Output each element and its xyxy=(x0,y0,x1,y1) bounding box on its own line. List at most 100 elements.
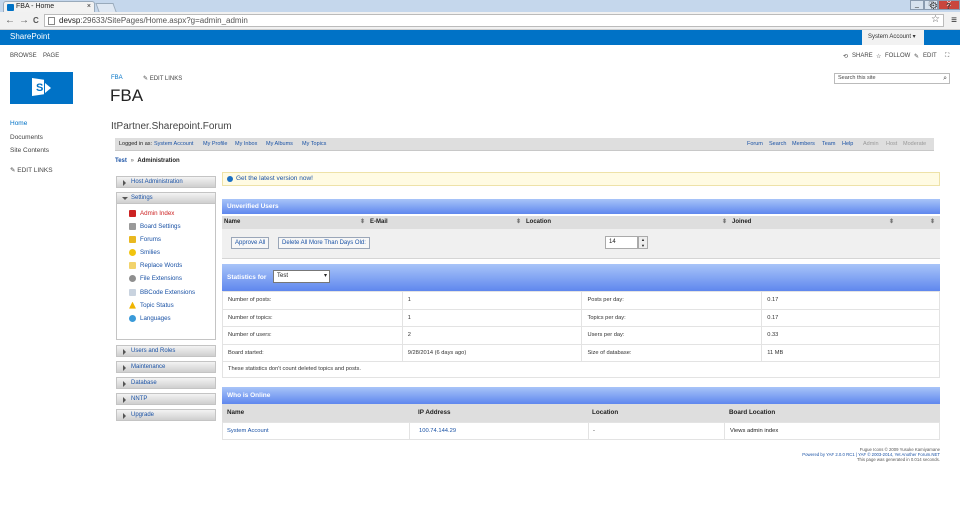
online-ip[interactable]: 100.74.144.29 xyxy=(419,423,456,440)
stat-label: Number of posts: xyxy=(222,291,403,310)
tab-close-icon[interactable]: × xyxy=(87,2,91,12)
online-columns: Name IP Address Location Board Location xyxy=(222,404,940,422)
logged-in-user[interactable]: System Account xyxy=(154,138,193,151)
site-breadcrumb[interactable]: FBA xyxy=(111,75,123,81)
focus-content-icon[interactable]: ⛶ xyxy=(945,53,949,60)
languages-icon xyxy=(129,314,136,322)
nav-item-documents[interactable]: Documents xyxy=(10,134,53,148)
nav-item-home[interactable]: Home xyxy=(10,120,53,134)
col-email[interactable]: E-Mail xyxy=(370,216,388,229)
share-button[interactable]: SHARE xyxy=(852,53,873,59)
stat-value: 0.33 xyxy=(761,326,940,345)
link-host[interactable]: Host xyxy=(886,138,897,151)
follow-icon[interactable]: ☆ xyxy=(876,53,881,60)
search-icon[interactable]: ⌕ xyxy=(943,74,947,83)
crumb-root[interactable]: Test xyxy=(115,158,127,164)
submenu-board-settings[interactable]: Board Settings xyxy=(129,220,215,233)
edit-pencil-icon[interactable]: ✎ xyxy=(914,53,919,60)
menu-settings[interactable]: Settings xyxy=(116,192,216,204)
submenu-replace-words[interactable]: Replace Words xyxy=(129,259,215,272)
nav-edit-links[interactable]: ✎ EDIT LINKS xyxy=(10,166,53,180)
link-my-profile[interactable]: My Profile xyxy=(203,138,227,151)
sort-icon[interactable]: ⬍ xyxy=(930,216,935,229)
submenu-label: Board Settings xyxy=(140,223,181,231)
submenu-topic-status[interactable]: Topic Status xyxy=(129,299,215,312)
submenu-languages[interactable]: Languages xyxy=(129,312,215,325)
edit-button[interactable]: EDIT xyxy=(923,53,937,59)
link-my-inbox[interactable]: My Inbox xyxy=(235,138,257,151)
update-notice[interactable]: Get the latest version now! xyxy=(222,172,940,186)
nav-item-site-contents[interactable]: Site Contents xyxy=(10,147,53,161)
link-forum[interactable]: Forum xyxy=(747,138,763,151)
sort-icon[interactable]: ⬍ xyxy=(889,216,894,229)
url-input[interactable]: devsp:29633/SitePages/Home.aspx?g=admin_… xyxy=(44,14,944,27)
link-team[interactable]: Team xyxy=(822,138,835,151)
approve-all-button[interactable]: Approve All xyxy=(231,237,270,249)
minimize-button[interactable]: _ xyxy=(910,0,924,10)
back-icon[interactable]: ← xyxy=(5,15,15,26)
settings-submenu: Admin Index Board Settings Forums Smilie… xyxy=(116,204,216,340)
menu-nntp[interactable]: NNTP xyxy=(116,393,216,405)
help-icon[interactable]: ? xyxy=(946,2,951,11)
bookmark-star-icon[interactable]: ☆ xyxy=(931,14,940,25)
col-joined[interactable]: Joined xyxy=(732,216,751,229)
browser-tabstrip: FBA - Home × _ □ X xyxy=(0,0,960,12)
board-settings-icon xyxy=(129,223,136,231)
forward-icon[interactable]: → xyxy=(19,15,29,26)
link-search[interactable]: Search xyxy=(769,138,786,151)
days-old-input[interactable]: 14 xyxy=(605,236,638,249)
tab-browse[interactable]: BROWSE xyxy=(10,53,37,59)
share-icon[interactable]: ⟲ xyxy=(843,53,848,60)
col-name[interactable]: Name xyxy=(224,216,240,229)
link-members[interactable]: Members xyxy=(792,138,815,151)
stat-value: 2 xyxy=(401,326,583,345)
reload-icon[interactable]: C xyxy=(33,16,39,25)
address-bar-row: ← → C devsp:29633/SitePages/Home.aspx?g=… xyxy=(0,12,960,30)
board-select[interactable]: Test xyxy=(273,270,330,283)
stat-label: Number of users: xyxy=(222,326,403,345)
sharepoint-logo[interactable]: S xyxy=(10,72,73,104)
tab-page[interactable]: PAGE xyxy=(43,53,59,59)
menu-upgrade[interactable]: Upgrade xyxy=(116,409,216,421)
forums-icon xyxy=(129,236,136,244)
link-my-topics[interactable]: My Topics xyxy=(302,138,326,151)
col-location[interactable]: Location xyxy=(526,216,551,229)
sort-icon[interactable]: ⬍ xyxy=(516,216,521,229)
submenu-smilies[interactable]: Smilies xyxy=(129,246,215,259)
stat-value: 1 xyxy=(401,291,583,310)
link-my-albums[interactable]: My Albums xyxy=(266,138,293,151)
sort-icon[interactable]: ⬍ xyxy=(360,216,365,229)
sort-icon[interactable]: ⬍ xyxy=(722,216,727,229)
stat-value: 9/28/2014 (6 days ago) xyxy=(401,343,583,363)
site-search-input[interactable]: Search this site ⌕ xyxy=(834,73,950,84)
days-stepper[interactable]: ▲ ▼ xyxy=(638,236,648,249)
delete-old-button[interactable]: Delete All More Than Days Old: xyxy=(278,237,370,249)
page-icon xyxy=(48,17,55,25)
menu-users-and-roles[interactable]: Users and Roles xyxy=(116,345,216,357)
online-user[interactable]: System Account xyxy=(227,423,269,440)
sharepoint-brand[interactable]: SharePoint xyxy=(10,32,50,41)
link-help[interactable]: Help xyxy=(842,138,853,151)
follow-button[interactable]: FOLLOW xyxy=(885,53,910,59)
settings-gear-icon[interactable]: ⚙ xyxy=(929,1,938,12)
submenu-label: Topic Status xyxy=(140,301,174,309)
stat-value: 1 xyxy=(401,308,583,328)
stats-row: Number of posts: 1 Posts per day: 0.17 xyxy=(222,291,940,310)
edit-links-top[interactable]: ✎ EDIT LINKS xyxy=(143,75,182,82)
submenu-forums[interactable]: Forums xyxy=(129,233,215,246)
new-tab-button[interactable] xyxy=(95,3,117,12)
account-menu[interactable]: System Account ▾ xyxy=(862,30,924,45)
link-admin[interactable]: Admin xyxy=(863,138,879,151)
browser-menu-icon[interactable]: ≡ xyxy=(951,15,957,26)
menu-host-administration[interactable]: Host Administration xyxy=(116,176,216,188)
unverified-users-header: Unverified Users xyxy=(222,199,940,214)
submenu-file-extensions[interactable]: File Extensions xyxy=(129,272,215,285)
stat-label: Posts per day: xyxy=(581,291,763,310)
admin-index-icon xyxy=(129,210,136,217)
link-moderate[interactable]: Moderate xyxy=(903,138,926,151)
submenu-admin-index[interactable]: Admin Index xyxy=(129,207,215,220)
submenu-bbcode-extensions[interactable]: BBCode Extensions xyxy=(129,286,215,299)
menu-database[interactable]: Database xyxy=(116,377,216,389)
browser-tab[interactable]: FBA - Home × xyxy=(3,1,95,12)
menu-maintenance[interactable]: Maintenance xyxy=(116,361,216,373)
